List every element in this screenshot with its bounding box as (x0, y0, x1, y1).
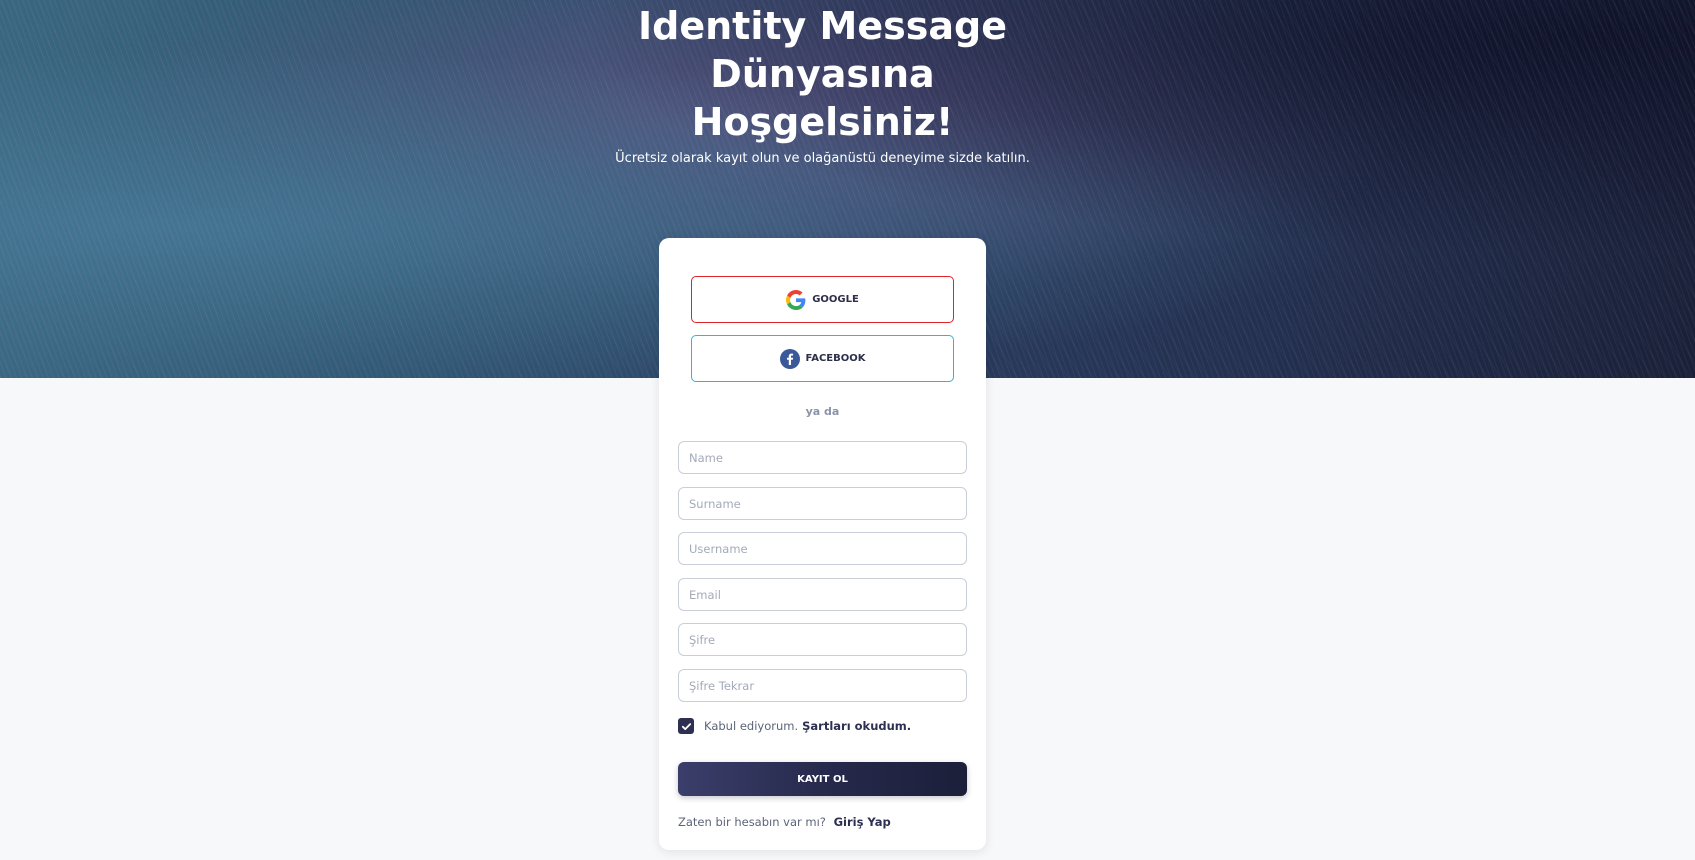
password-input[interactable] (678, 623, 967, 656)
terms-text: Kabul ediyorum. (704, 719, 799, 733)
page-title-line-3: Hoşgelsiniz! (691, 100, 954, 144)
terms-checkbox[interactable] (678, 718, 694, 734)
page-title-line-2: Dünyasına (710, 52, 935, 96)
or-divider: ya da (805, 405, 840, 418)
name-input[interactable] (678, 441, 967, 474)
register-card: GOOGLE FACEBOOK ya da Kabul ediyorum. Şa… (659, 238, 986, 850)
page-subtitle: Ücretsiz olarak kayıt olun ve olağanüstü… (615, 151, 1030, 166)
google-signup-button[interactable]: GOOGLE (691, 276, 954, 323)
login-prompt: Zaten bir hesabın var mı? Giriş Yap (678, 815, 891, 829)
password-repeat-input[interactable] (678, 669, 967, 702)
google-button-label: GOOGLE (812, 294, 859, 305)
terms-link[interactable]: Şartları okudum. (802, 719, 911, 733)
facebook-logo-icon (779, 348, 800, 369)
login-question: Zaten bir hesabın var mı? (678, 815, 826, 829)
google-logo-icon (786, 289, 806, 310)
email-input[interactable] (678, 578, 967, 611)
page-title: Identity Message Dünyasına Hoşgelsiniz! (0, 2, 1645, 146)
username-input[interactable] (678, 532, 967, 565)
checkmark-icon (681, 722, 691, 730)
facebook-button-label: FACEBOOK (805, 353, 866, 364)
login-link[interactable]: Giriş Yap (834, 815, 891, 829)
surname-input[interactable] (678, 487, 967, 520)
register-button[interactable]: KAYIT OL (678, 762, 967, 796)
page-title-line-1: Identity Message (638, 4, 1007, 48)
terms-row: Kabul ediyorum. Şartları okudum. (678, 717, 911, 735)
facebook-signup-button[interactable]: FACEBOOK (691, 335, 954, 382)
